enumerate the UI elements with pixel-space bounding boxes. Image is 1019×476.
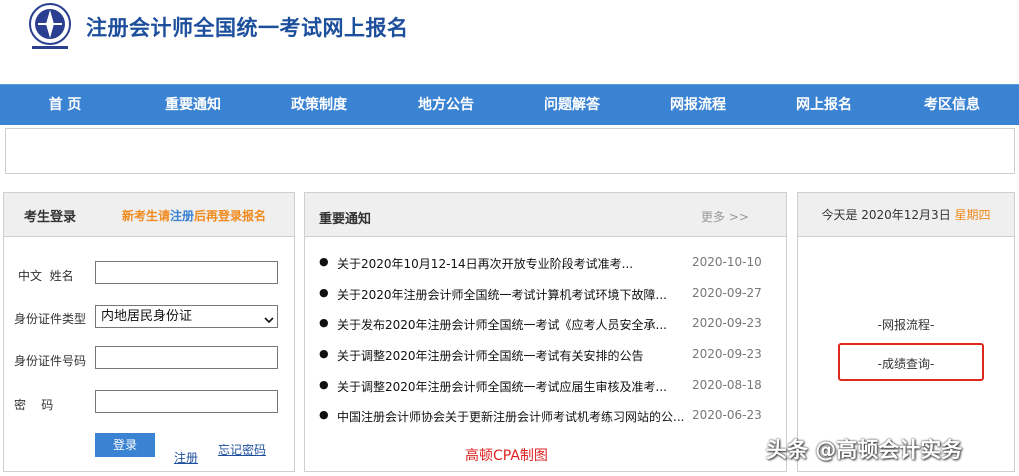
- id-type-select[interactable]: 内地居民身份证: [95, 305, 278, 328]
- site-header: 注册会计师全国统一考试网上报名: [0, 0, 1019, 84]
- notice-date: 2020-10-10: [692, 255, 762, 269]
- id-type-value: 内地居民身份证: [101, 309, 193, 324]
- notice-title-link[interactable]: 关于2020年注册会计师全国统一考试计算机考试环境下故障...: [337, 286, 667, 303]
- nav-item-exam-area-info[interactable]: 考区信息: [902, 85, 1002, 125]
- register-hint-link[interactable]: 注册: [170, 209, 194, 223]
- notice-title-link[interactable]: 中国注册会计师协会关于更新注册会计师考试机考练习网站的公...: [337, 408, 684, 425]
- login-panel: 考生登录 新考生请注册后再登录报名 中文 姓名 身份证件类型 内地居民身份证 身…: [3, 192, 295, 472]
- id-number-input[interactable]: [95, 346, 278, 369]
- id-type-label: 身份证件类型: [14, 312, 87, 326]
- nav-item-local-announcements[interactable]: 地方公告: [396, 85, 496, 125]
- nav-item-online-registration[interactable]: 网上报名: [774, 85, 874, 125]
- more-link[interactable]: 更多 >>: [701, 208, 749, 225]
- notice-date: 2020-08-18: [692, 378, 762, 392]
- bullet-icon: ●: [319, 316, 329, 329]
- banner-area: [5, 128, 1015, 174]
- toutiao-watermark: 头条 @高顿会计实务: [766, 438, 963, 462]
- cicpa-logo-icon: [22, 2, 78, 52]
- notice-title-link[interactable]: 关于2020年10月12-14日再次开放专业阶段考试准考...: [337, 255, 633, 272]
- today-date: 今天是 2020年12月3日 星期四: [798, 206, 1014, 223]
- notice-title-link[interactable]: 关于调整2020年注册会计师全国统一考试有关安排的公告: [337, 347, 644, 364]
- nav-item-registration-flow[interactable]: 网报流程: [648, 85, 748, 125]
- register-hint-pre: 新考生请: [122, 209, 171, 223]
- bullet-icon: ●: [319, 378, 329, 391]
- register-hint: 新考生请注册后再登录报名: [122, 207, 266, 224]
- name-input[interactable]: [95, 261, 278, 284]
- gaodun-watermark: 高顿CPA制图: [465, 448, 548, 464]
- register-link[interactable]: 注册: [174, 449, 198, 466]
- today-weekday: 星期四: [954, 208, 991, 222]
- side-panel: 今天是 2020年12月3日 星期四 -网报流程- -成绩查询-: [797, 192, 1015, 472]
- notice-row[interactable]: ● 中国注册会计师协会关于更新注册会计师考试机考练习网站的公... 2020-0…: [319, 408, 779, 428]
- notice-date: 2020-09-23: [692, 316, 762, 330]
- nav-item-faq[interactable]: 问题解答: [522, 85, 622, 125]
- notice-title-link[interactable]: 关于发布2020年注册会计师全国统一考试《应考人员安全承...: [337, 316, 667, 333]
- bullet-icon: ●: [319, 347, 329, 360]
- bullet-icon: ●: [319, 255, 329, 268]
- notice-date: 2020-09-23: [692, 347, 762, 361]
- nav-item-home[interactable]: 首 页: [15, 85, 115, 125]
- main-nav: 首 页 重要通知 政策制度 地方公告 问题解答 网报流程 网上报名 考区信息: [0, 84, 1019, 125]
- nav-item-policy[interactable]: 政策制度: [269, 85, 369, 125]
- notice-row[interactable]: ● 关于2020年注册会计师全国统一考试计算机考试环境下故障... 2020-0…: [319, 286, 779, 306]
- notice-title: 重要通知: [319, 212, 372, 227]
- password-label: 密 码: [14, 398, 54, 412]
- forgot-password-link[interactable]: 忘记密码: [218, 441, 266, 458]
- today-prefix: 今天是 2020年12月3日: [821, 208, 951, 222]
- notice-row[interactable]: ● 关于调整2020年注册会计师全国统一考试应届生审核及准考... 2020-0…: [319, 378, 779, 398]
- password-input[interactable]: [95, 390, 278, 413]
- login-title: 考生登录: [24, 210, 77, 225]
- login-button[interactable]: 登录: [95, 433, 155, 457]
- site-title: 注册会计师全国统一考试网上报名: [86, 16, 409, 40]
- notice-row[interactable]: ● 关于2020年10月12-14日再次开放专业阶段考试准考... 2020-1…: [319, 255, 779, 275]
- nav-item-notices[interactable]: 重要通知: [143, 85, 243, 125]
- register-hint-post: 后再登录报名: [194, 209, 267, 223]
- notice-date: 2020-06-23: [692, 408, 762, 422]
- score-query-link[interactable]: -成绩查询-: [798, 355, 1014, 372]
- notice-panel: 重要通知 更多 >> ● 关于2020年10月12-14日再次开放专业阶段考试准…: [304, 192, 787, 472]
- chevron-down-icon: [264, 311, 274, 324]
- notice-row[interactable]: ● 关于发布2020年注册会计师全国统一考试《应考人员安全承... 2020-0…: [319, 316, 779, 336]
- name-label: 中文 姓名: [18, 269, 74, 283]
- id-number-label: 身份证件号码: [14, 354, 87, 368]
- notice-row[interactable]: ● 关于调整2020年注册会计师全国统一考试有关安排的公告 2020-09-23: [319, 347, 779, 367]
- notice-title-link[interactable]: 关于调整2020年注册会计师全国统一考试应届生审核及准考...: [337, 378, 667, 395]
- bullet-icon: ●: [319, 408, 329, 421]
- bullet-icon: ●: [319, 286, 329, 299]
- notice-date: 2020-09-27: [692, 286, 762, 300]
- registration-flow-link[interactable]: -网报流程-: [798, 316, 1014, 333]
